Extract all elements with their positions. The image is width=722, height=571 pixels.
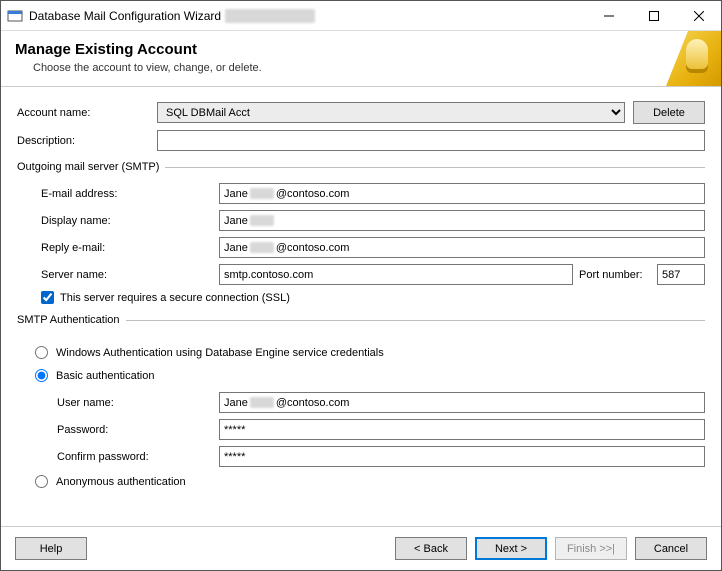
help-button[interactable]: Help	[15, 537, 87, 560]
back-button[interactable]: < Back	[395, 537, 467, 560]
header-art-icon	[666, 31, 721, 86]
page-header: Manage Existing Account Choose the accou…	[1, 31, 721, 87]
ssl-checkbox[interactable]	[41, 291, 54, 304]
server-name-label: Server name:	[17, 269, 219, 281]
minimize-button[interactable]	[586, 1, 631, 30]
content-area: Account name: SQL DBMail Acct Delete Des…	[1, 87, 721, 526]
account-name-label: Account name:	[17, 107, 157, 119]
window-title: Database Mail Configuration Wizard	[29, 9, 221, 23]
delete-button[interactable]: Delete	[633, 101, 705, 124]
account-name-select[interactable]: SQL DBMail Acct	[157, 102, 625, 123]
window-root: Database Mail Configuration Wizard Manag…	[0, 0, 722, 571]
password-label: Password:	[57, 424, 219, 436]
reply-email-label: Reply e-mail:	[17, 242, 219, 254]
next-button[interactable]: Next >	[475, 537, 547, 560]
description-label: Description:	[17, 135, 157, 147]
app-icon	[7, 8, 23, 24]
email-redacted	[250, 188, 274, 199]
windows-auth-radio[interactable]	[35, 346, 48, 359]
basic-auth-radio[interactable]	[35, 369, 48, 382]
email-input[interactable]: Jane @contoso.com	[219, 183, 705, 204]
username-label: User name:	[57, 397, 219, 409]
maximize-button[interactable]	[631, 1, 676, 30]
page-subtitle: Choose the account to view, change, or d…	[33, 62, 707, 74]
cancel-button[interactable]: Cancel	[635, 537, 707, 560]
smtp-legend: Outgoing mail server (SMTP)	[17, 161, 165, 173]
username-input[interactable]: Jane @contoso.com	[219, 392, 705, 413]
page-title: Manage Existing Account	[15, 41, 707, 58]
display-name-input[interactable]: Jane	[219, 210, 705, 231]
anonymous-auth-label: Anonymous authentication	[56, 476, 186, 488]
username-redacted	[250, 397, 274, 408]
title-bar: Database Mail Configuration Wizard	[1, 1, 721, 31]
auth-legend: SMTP Authentication	[17, 314, 126, 326]
display-name-label: Display name:	[17, 215, 219, 227]
basic-auth-fields: User name: Jane @contoso.com Password: C…	[57, 392, 705, 467]
title-redacted	[225, 9, 315, 23]
email-label: E-mail address:	[17, 188, 219, 200]
basic-auth-label: Basic authentication	[56, 370, 154, 382]
server-name-input[interactable]	[219, 264, 573, 285]
reply-redacted	[250, 242, 274, 253]
port-number-input[interactable]	[657, 264, 705, 285]
wizard-footer: Help < Back Next > Finish >>| Cancel	[1, 526, 721, 570]
description-input[interactable]	[157, 130, 705, 151]
anonymous-auth-radio[interactable]	[35, 475, 48, 488]
finish-button: Finish >>|	[555, 537, 627, 560]
smtp-group: Outgoing mail server (SMTP) E-mail addre…	[17, 161, 705, 304]
reply-email-input[interactable]: Jane @contoso.com	[219, 237, 705, 258]
auth-group: SMTP Authentication Windows Authenticati…	[17, 314, 705, 498]
port-number-label: Port number:	[573, 269, 657, 281]
display-redacted	[250, 215, 274, 226]
close-button[interactable]	[676, 1, 721, 30]
ssl-label: This server requires a secure connection…	[60, 292, 290, 304]
password-input[interactable]	[219, 419, 705, 440]
confirm-password-label: Confirm password:	[57, 451, 219, 463]
windows-auth-label: Windows Authentication using Database En…	[56, 347, 384, 359]
confirm-password-input[interactable]	[219, 446, 705, 467]
